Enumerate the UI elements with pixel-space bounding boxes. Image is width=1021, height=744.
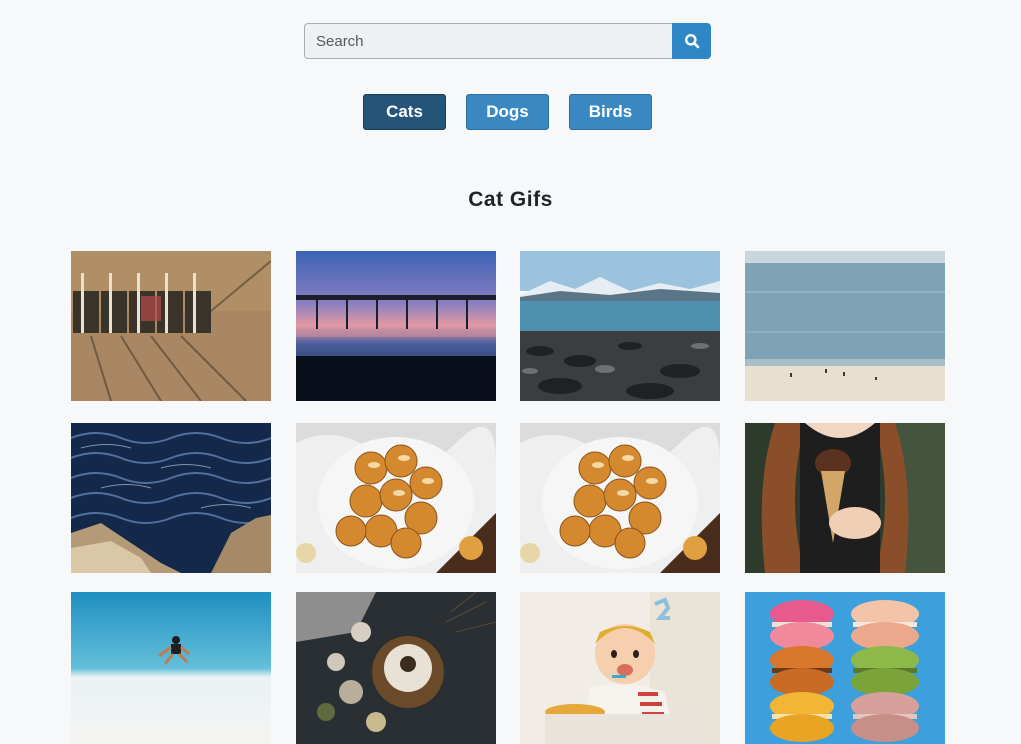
birds-button[interactable]: Birds [569,94,652,130]
search-icon [684,34,699,49]
gallery-image[interactable] [71,592,271,744]
cats-button[interactable]: Cats [363,94,446,130]
gallery-image[interactable] [745,592,945,744]
gallery-image[interactable] [745,423,945,573]
section-title: Cat Gifs [468,188,553,211]
gallery-image[interactable] [296,251,496,401]
gallery-image[interactable] [520,592,720,744]
gallery-image[interactable] [71,251,271,401]
gallery-image[interactable] [520,251,720,401]
search-input[interactable] [304,23,672,59]
search-button[interactable] [672,23,711,59]
gallery-image[interactable] [71,423,271,573]
gallery-image[interactable] [296,423,496,573]
gallery-image[interactable] [520,423,720,573]
gallery-image[interactable] [296,592,496,744]
page: Cats Dogs Birds Cat Gifs [0,0,1021,744]
search-bar [304,23,711,59]
dogs-button[interactable]: Dogs [466,94,549,130]
gallery-image[interactable] [745,251,945,401]
